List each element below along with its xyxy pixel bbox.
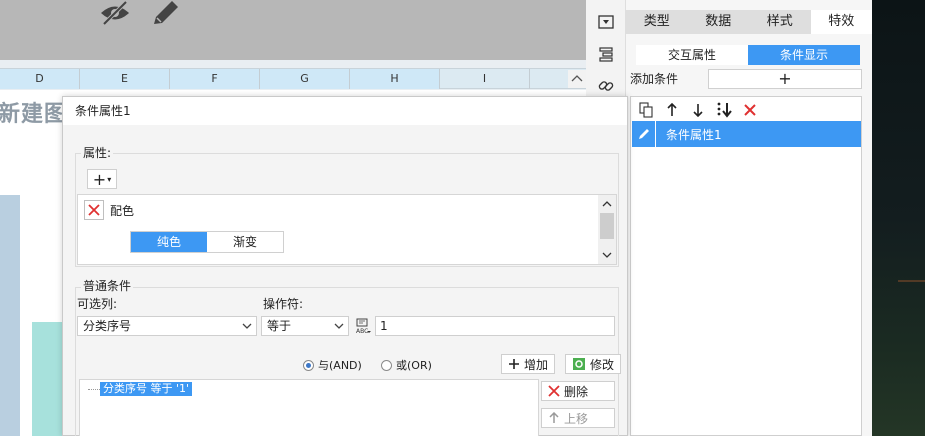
svg-text:ABC: ABC [356,328,368,335]
add-attribute-button[interactable]: + ▾ [87,169,117,189]
modify-condition-button[interactable]: 修改 [565,354,622,374]
tab-style[interactable]: 样式 [749,10,811,34]
condition-item-label: 条件属性1 [666,127,722,142]
chart-bar [32,322,62,436]
radio-or[interactable]: 或(OR) [381,357,432,373]
radio-button-checked[interactable] [303,359,314,371]
tab-effects[interactable]: 特效 [810,10,872,34]
radio-button-unchecked[interactable] [381,359,392,371]
radio-or-label: 或(OR) [396,359,432,372]
tab-data[interactable]: 数据 [688,10,750,34]
column-header-row: D E F G H I [0,68,586,89]
radio-and[interactable]: 与(AND) [303,357,362,373]
delete-icon[interactable] [741,101,759,119]
radio-and-label: 与(AND) [318,359,362,372]
column-header-i[interactable]: I [440,69,530,89]
tab-type[interactable]: 类型 [626,10,688,34]
properties-panel: 类型 数据 样式 特效 交互属性 条件显示 添加条件 + 条件属性1 [626,0,872,436]
chevron-down-icon[interactable] [238,317,256,335]
background-light [898,280,925,282]
column-select-value: 分类序号 [83,319,132,333]
dialog-title: 条件属性1 [63,97,627,125]
scroll-thumb[interactable] [600,213,614,239]
add-condition-label: 添加条件 [630,72,679,86]
delete-icon [548,385,560,397]
hidden-eye-icon[interactable] [98,0,132,26]
column-select[interactable]: 分类序号 [77,316,257,336]
modify-button-label: 修改 [590,357,615,372]
scroll-down-icon[interactable] [601,249,613,261]
delete-condition-button[interactable]: 删除 [541,381,615,401]
condition-value-input[interactable]: 1 [375,316,615,336]
tab-gradient[interactable]: 渐变 [207,232,283,252]
modify-gear-icon [573,358,585,370]
arrow-up-icon [549,412,559,423]
remove-attribute-button[interactable] [84,200,104,220]
formula-icon[interactable]: ABC [353,316,373,336]
attribute-scrollbar[interactable] [598,195,616,264]
column-header-g[interactable]: G [260,69,350,89]
attribute-name: 配色 [110,204,135,218]
delete-button-label: 删除 [564,384,589,399]
plus-icon [509,359,519,369]
scroll-up-button[interactable] [568,70,586,88]
desktop-background [872,0,925,436]
column-header-e[interactable]: E [80,69,170,89]
edit-pen-icon [632,121,656,147]
link-icon[interactable] [596,76,616,96]
chart-title: 新建图 [0,102,68,127]
column-header-d[interactable]: D [0,69,80,89]
condition-toolbar [637,101,759,119]
column-label: 可选列: [77,297,118,311]
scroll-up-icon[interactable] [601,198,613,210]
effects-subtabs: 交互属性 条件显示 [636,45,860,65]
chart-bar [0,195,20,436]
attributes-label: 属性: [81,144,114,161]
tab-conditional-display[interactable]: 条件显示 [748,45,860,65]
add-button-label: 增加 [524,357,549,372]
column-header-f[interactable]: F [170,69,260,89]
tab-solid-color[interactable]: 纯色 [131,232,207,252]
up-button-label: 上移 [564,411,589,426]
conditions-label: 普通条件 [81,277,134,294]
move-up-icon[interactable] [663,101,681,119]
condition-item[interactable]: 条件属性1 [632,121,861,147]
cell-element-icon[interactable] [596,12,616,32]
condition-rule-list: 分类序号 等于 '1' [79,379,539,436]
edit-pen-icon[interactable] [148,0,182,26]
column-header-h[interactable]: H [350,69,440,89]
dropdown-arrow-icon: ▾ [107,174,112,184]
add-condition-button[interactable]: + [708,69,862,89]
add-condition-rule-button[interactable]: 增加 [501,354,556,374]
chevron-down-icon[interactable] [330,317,348,335]
tree-connector [88,389,100,390]
operator-label: 操作符: [263,297,304,311]
move-bottom-icon[interactable] [715,101,733,119]
copy-icon[interactable] [637,101,655,119]
panel-tabs: 类型 数据 样式 特效 [626,10,872,34]
condition-list-box: 条件属性1 [630,96,862,436]
attribute-list: 配色 纯色 渐变 [77,194,617,265]
plus-icon: + [92,169,107,189]
move-down-icon[interactable] [689,101,707,119]
condition-attribute-dialog: 条件属性1 属性: + ▾ 配色 纯色 渐变 普通条件 可选列: 操作符: 分类序… [62,96,628,436]
condition-expression[interactable]: 分类序号 等于 '1' [100,382,193,396]
color-mode-tabs: 纯色 渐变 [130,231,284,253]
layers-icon[interactable] [596,44,616,64]
operator-select-value: 等于 [267,319,292,333]
preview-toolbar [0,0,586,60]
operator-select[interactable]: 等于 [261,316,349,336]
move-up-condition-button[interactable]: 上移 [541,408,615,428]
tab-interaction-attributes[interactable]: 交互属性 [636,45,748,65]
